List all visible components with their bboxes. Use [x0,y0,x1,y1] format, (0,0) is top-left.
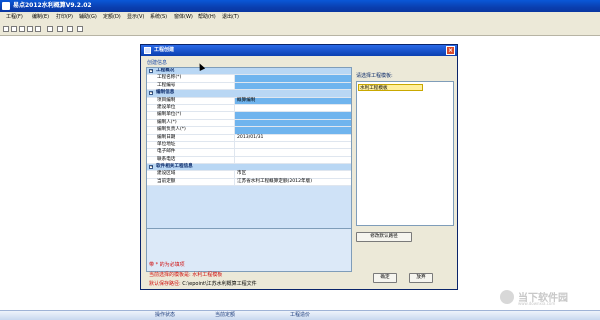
change-default-path-button[interactable]: 修改默认路径 [356,232,412,242]
collapse-icon[interactable]: − [149,91,153,96]
dialog-icon [144,47,151,54]
grid-row: 电子邮件 [147,149,351,157]
grid-row-value[interactable] [234,127,351,134]
grid-row-value[interactable] [234,156,351,164]
menu-exit[interactable]: 退出(T) [222,12,239,23]
table-icon[interactable] [67,26,73,32]
calculator-icon[interactable] [57,26,63,32]
grid-row-value[interactable] [234,104,351,112]
grid-row-value[interactable]: 江苏省水利工程概算定额(2012年版) [234,178,351,186]
project-create-dialog: 工程创建 × 创建信息 − 工程概况 工程名称(*) 工程编号 − 编制信息 项目编制 概算编… [140,44,458,290]
grid-row: 编制负责人(*) [147,127,351,135]
menu-window[interactable]: 窗体(W) [174,12,193,23]
grid-row: 编制单位(*) [147,112,351,120]
new-file-icon[interactable] [3,26,9,32]
close-icon[interactable]: × [446,46,455,55]
grid-row-value[interactable] [234,75,351,82]
grid-row: 工程编号 [147,82,351,91]
grid-group-header[interactable]: − 软件相关工程信息 [147,164,351,172]
menu-project[interactable]: 工程(F) [6,12,23,23]
dialog-titlebar: 工程创建 × [141,45,457,56]
grid-row-label: 建设单位 [157,104,176,110]
app-toolbar [0,23,600,36]
dialog-title: 工程创建 [154,47,175,53]
menu-quota[interactable]: 定额(D) [103,12,121,23]
save-path-label: 默认保存路径: [149,281,181,287]
print-icon[interactable] [27,26,33,32]
menu-system[interactable]: 系统(S) [150,12,167,23]
grid-row-value[interactable]: 概算编制 [234,97,351,104]
grid-row-label: 编制日期 [157,134,176,140]
grid-row-label: 编制负责人(*) [157,127,186,133]
collapse-icon[interactable]: − [149,165,153,170]
dropdown-icon[interactable] [77,26,83,32]
save-icon[interactable] [19,26,25,32]
grid-row: 工程名称(*) [147,75,351,83]
menu-print[interactable]: 打印(P) [56,12,73,23]
grid-row-value[interactable] [234,82,351,90]
star-icon[interactable] [47,26,53,32]
grid-group-label: 编制信息 [156,90,175,96]
menu-assist[interactable]: 辅助(G) [79,12,97,23]
grid-row-label: 当前定额 [157,178,176,184]
grid-row-label: 项目编制 [157,97,176,103]
menu-help[interactable]: 帮助(H) [198,12,216,23]
required-note: 带 * 的为必填项 [149,262,185,268]
grid-row: 当前定额 江苏省水利工程概算定额(2012年版) [147,178,351,187]
save-path-value: C:\epoint\江苏水利概算工程文件 [182,281,257,287]
template-list[interactable]: 水利工程模板 [356,81,454,226]
grid-group-label: 工程概况 [156,68,175,73]
dialog-subtitle: 创建信息 [147,60,168,66]
app-title: 易点2012水利概算V9.2.02 [13,2,92,9]
grid-group-label: 软件相关工程信息 [156,164,193,170]
grid-row-label: 建设区域 [157,171,176,177]
save-path: 默认保存路径: C:\epoint\江苏水利概算工程文件 [149,280,257,287]
grid-row-label: 单位地址 [157,141,176,147]
grid-group-header[interactable]: − 编制信息 [147,90,351,98]
grid-row: 项目编制 概算编制 [147,97,351,105]
watermark: 当下软件园 www.downxia.com [500,288,598,308]
grid-row: 联系电话 [147,156,351,165]
grid-row-label: 电子邮件 [157,149,176,155]
grid-row-label: 联系电话 [157,156,176,162]
grid-row: 单位地址 [147,141,351,150]
grid-row-value[interactable] [234,112,351,119]
watermark-logo-icon [500,290,514,304]
grid-row-value[interactable] [234,149,351,156]
grid-row: 建设区域 市区 [147,171,351,179]
menu-edit[interactable]: 编制(E) [32,12,49,23]
grid-row: 编制日期 2013/01/31 [147,134,351,142]
watermark-url: www.downxia.com [518,301,556,306]
ok-button[interactable]: 确定 [373,273,397,283]
grid-row-value[interactable]: 2013/01/31 [234,134,351,141]
collapse-icon[interactable]: − [149,69,153,73]
menu-view[interactable]: 显示(V) [127,12,144,23]
template-label: 请选择工程模板: [356,73,393,79]
cancel-button[interactable]: 放弃 [409,273,433,283]
grid-row-value[interactable] [234,119,351,127]
grid-row-label: 工程名称(*) [157,75,182,81]
export-icon[interactable] [35,26,41,32]
app-titlebar: 易点2012水利概算V9.2.02 [0,0,600,12]
grid-row-label: 工程编号 [157,82,176,88]
template-item[interactable]: 水利工程模板 [358,84,423,91]
grid-row-value[interactable]: 市区 [234,171,351,178]
grid-row-label: 编制人(*) [157,119,177,125]
property-grid: − 工程概况 工程名称(*) 工程编号 − 编制信息 项目编制 概算编制 建设单位 编制单位(*)… [146,67,352,272]
property-grid-rows: − 工程概况 工程名称(*) 工程编号 − 编制信息 项目编制 概算编制 建设单位 编制单位(*)… [147,68,351,187]
template-note: 当前选择的模板是: 水利工程模板 [149,272,223,278]
open-folder-icon[interactable] [11,26,17,32]
grid-row-label: 编制单位(*) [157,112,182,118]
grid-row-value[interactable] [234,141,351,149]
app-logo-icon [2,2,10,10]
